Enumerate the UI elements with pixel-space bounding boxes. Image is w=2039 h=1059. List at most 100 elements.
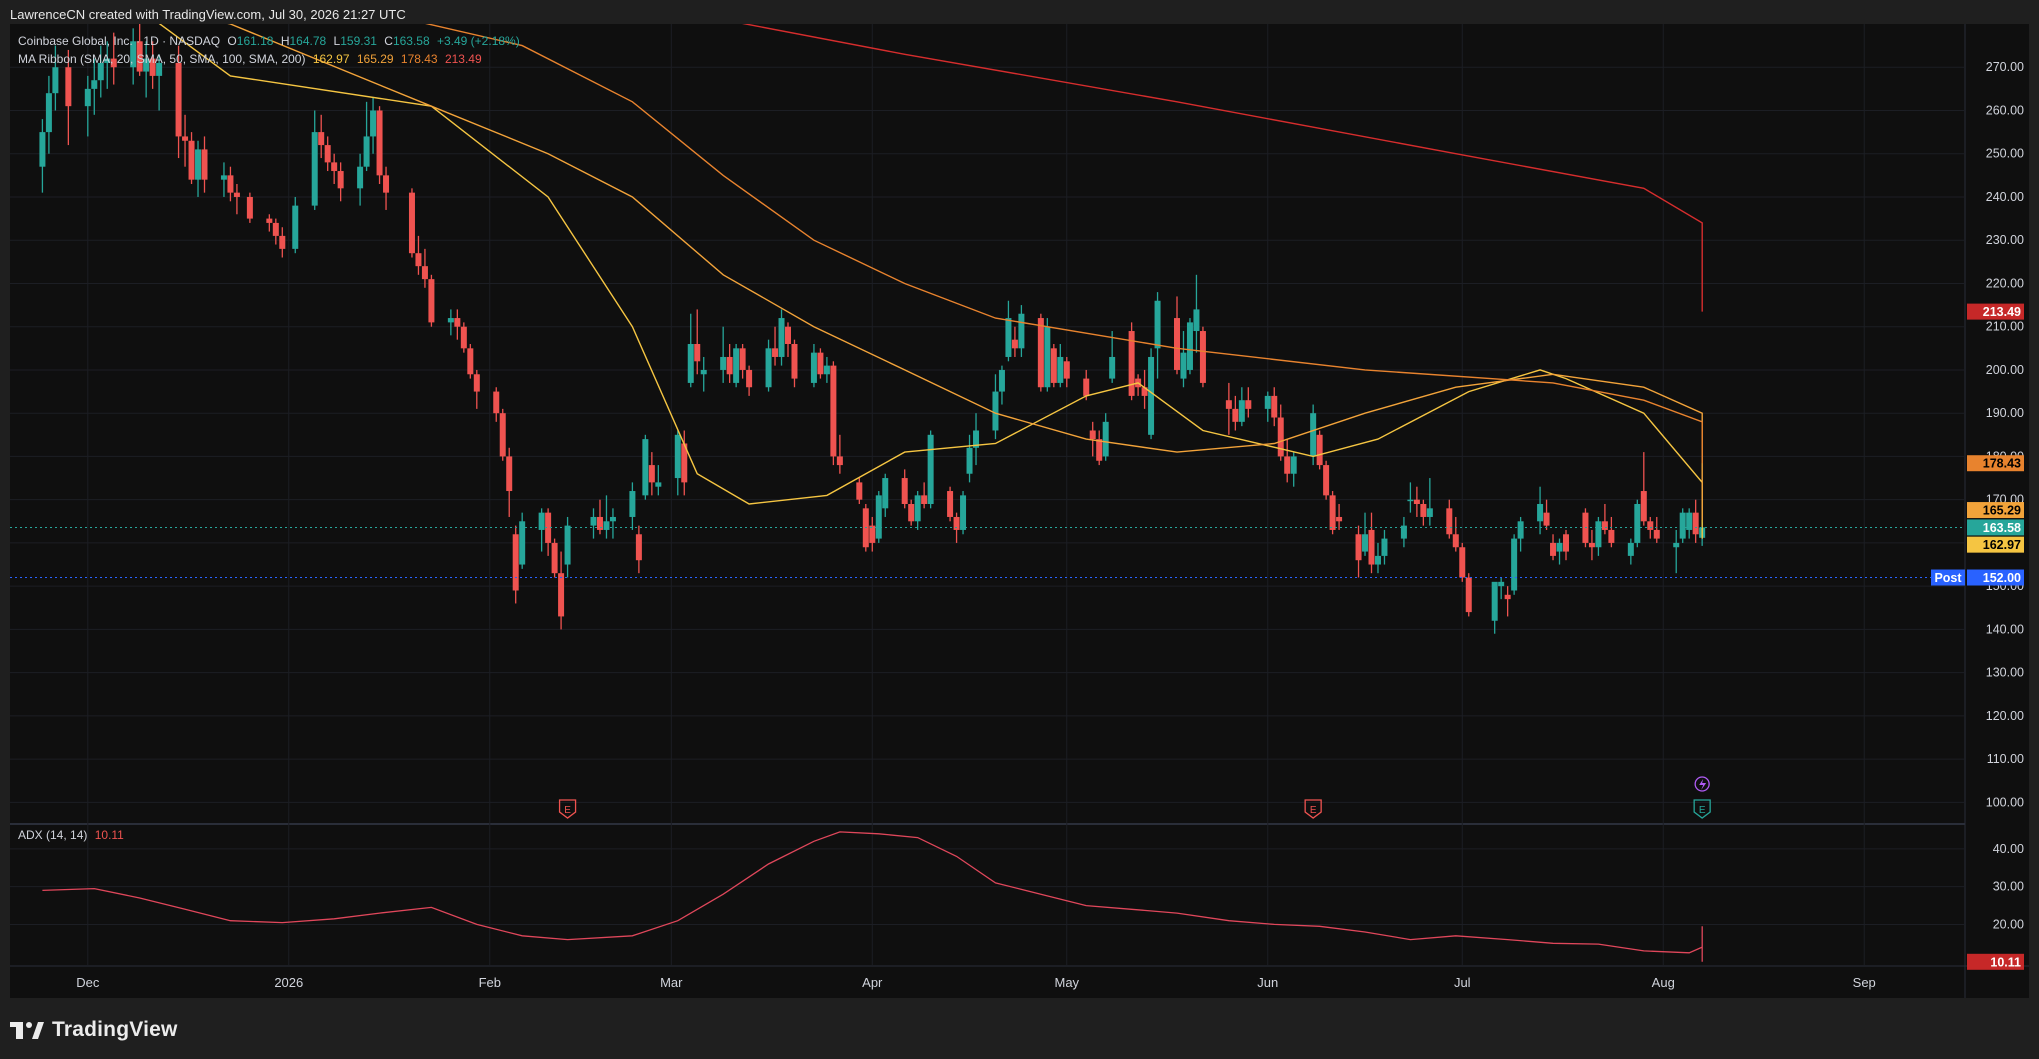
candle-body[interactable] <box>1627 542 1634 556</box>
candle-body[interactable] <box>1673 542 1680 548</box>
candle-body[interactable] <box>1102 421 1109 457</box>
candle-body[interactable] <box>1174 318 1180 370</box>
candle-body[interactable] <box>1011 339 1018 349</box>
candle-body[interactable] <box>1089 430 1096 440</box>
candle-body[interactable] <box>953 516 960 530</box>
candle-body[interactable] <box>1692 512 1699 535</box>
candle-body[interactable] <box>1199 331 1206 383</box>
candle-body[interactable] <box>901 478 908 504</box>
candle-body[interactable] <box>791 344 798 379</box>
candle-body[interactable] <box>765 348 772 388</box>
candle-body[interactable] <box>1679 512 1686 539</box>
candle-body[interactable] <box>1044 326 1051 388</box>
candle-body[interactable] <box>1063 361 1070 379</box>
candle-body[interactable] <box>1083 378 1090 396</box>
candle-body[interactable] <box>467 348 474 375</box>
candle-body[interactable] <box>1563 534 1569 552</box>
candle-body[interactable] <box>778 318 785 357</box>
candle-body[interactable] <box>882 478 889 509</box>
candle-body[interactable] <box>1452 534 1459 548</box>
candle-body[interactable] <box>499 413 506 457</box>
candle-body[interactable] <box>927 434 934 504</box>
candle-body[interactable] <box>1323 465 1330 496</box>
candle-body[interactable] <box>65 67 72 107</box>
candle-body[interactable] <box>1647 521 1654 530</box>
candle-body[interactable] <box>629 491 636 517</box>
candle-body[interactable] <box>921 495 928 504</box>
candle-body[interactable] <box>1109 356 1116 379</box>
candle-body[interactable] <box>1355 534 1362 561</box>
candle-body[interactable] <box>810 352 817 383</box>
candle-body[interactable] <box>603 521 610 530</box>
candle-body[interactable] <box>266 218 273 223</box>
candle-body[interactable] <box>960 495 967 530</box>
candle-body[interactable] <box>1420 504 1427 517</box>
candle-body[interactable] <box>1186 322 1193 370</box>
candle-body[interactable] <box>337 171 344 189</box>
candle-body[interactable] <box>1459 547 1466 578</box>
candle-body[interactable] <box>726 356 733 375</box>
candle-body[interactable] <box>1634 504 1641 543</box>
candle-body[interactable] <box>648 465 655 483</box>
candle-body[interactable] <box>512 534 519 591</box>
candle-body[interactable] <box>564 525 571 565</box>
candle-body[interactable] <box>1550 542 1557 556</box>
candle-body[interactable] <box>1193 309 1200 332</box>
candle-body[interactable] <box>311 132 318 206</box>
candle-body[interactable] <box>817 352 824 375</box>
candle-body[interactable] <box>674 434 681 479</box>
candle-body[interactable] <box>1537 504 1544 522</box>
candle-body[interactable] <box>551 542 558 574</box>
candle-body[interactable] <box>428 279 435 323</box>
candle-body[interactable] <box>1277 417 1284 457</box>
candle-body[interactable] <box>1180 352 1187 379</box>
candle-body[interactable] <box>1290 456 1297 474</box>
candle-body[interactable] <box>506 456 513 492</box>
candle-body[interactable] <box>1595 521 1602 548</box>
candle-body[interactable] <box>473 374 480 392</box>
candle-body[interactable] <box>1498 581 1505 587</box>
candle-body[interactable] <box>1050 348 1057 383</box>
candle-body[interactable] <box>1381 538 1388 556</box>
candle-body[interactable] <box>1374 555 1381 565</box>
candle-body[interactable] <box>1653 529 1660 539</box>
candle-body[interactable] <box>1491 581 1498 621</box>
candle-body[interactable] <box>1608 529 1615 543</box>
candle-body[interactable] <box>91 80 98 89</box>
candle-body[interactable] <box>84 88 91 107</box>
candle-body[interactable] <box>1362 534 1369 552</box>
candle-body[interactable] <box>733 348 740 383</box>
candle-body[interactable] <box>856 482 863 500</box>
candle-body[interactable] <box>914 495 921 522</box>
candle-body[interactable] <box>739 348 746 370</box>
candle-body[interactable] <box>1238 400 1245 422</box>
candle-body[interactable] <box>195 149 202 180</box>
candle-body[interactable] <box>785 326 791 344</box>
candle-body[interactable] <box>908 504 915 522</box>
candle-body[interactable] <box>700 369 707 375</box>
candle-body[interactable] <box>1413 499 1420 504</box>
candle-body[interactable] <box>836 456 843 466</box>
candle-body[interactable] <box>1232 408 1239 422</box>
candle-body[interactable] <box>1148 356 1155 435</box>
candle-body[interactable] <box>383 175 390 193</box>
candle-body[interactable] <box>220 175 227 180</box>
candle-body[interactable] <box>998 369 1005 392</box>
candle-body[interactable] <box>454 318 461 327</box>
candle-body[interactable] <box>246 196 253 219</box>
candle-body[interactable] <box>227 175 234 193</box>
candle-body[interactable] <box>590 516 597 526</box>
candle-body[interactable] <box>415 253 422 267</box>
candle-body[interactable] <box>1640 491 1647 522</box>
candle-body[interactable] <box>1316 434 1323 466</box>
candle-body[interactable] <box>746 369 753 388</box>
candle-body[interactable] <box>370 110 377 137</box>
candle-body[interactable] <box>1368 529 1375 565</box>
candle-body[interactable] <box>1426 508 1433 517</box>
candle-body[interactable] <box>1037 318 1044 388</box>
candle-body[interactable] <box>1407 499 1414 502</box>
candle-body[interactable] <box>175 62 182 137</box>
candle-body[interactable] <box>823 365 830 375</box>
candle-body[interactable] <box>772 348 779 357</box>
candle-body[interactable] <box>1005 318 1012 357</box>
